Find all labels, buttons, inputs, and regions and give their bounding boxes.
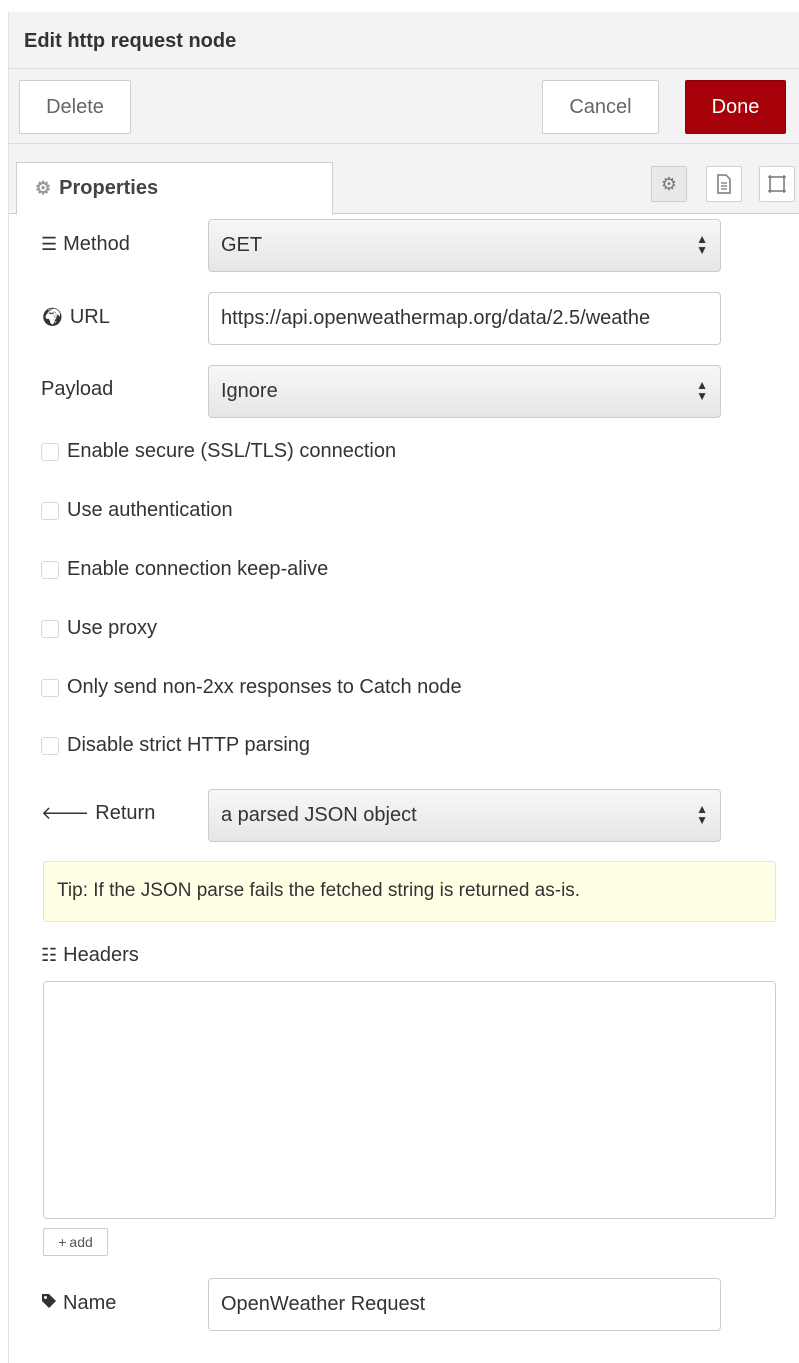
tasks-icon: ☰ — [41, 234, 58, 254]
return-label-row: 🡐 Return — [41, 802, 155, 825]
headers-list[interactable] — [43, 981, 776, 1219]
strict-parsing-checkbox[interactable] — [41, 736, 59, 755]
url-input[interactable]: https://api.openweathermap.org/data/2.5/… — [208, 292, 721, 345]
non2xx-checkbox-label: Only send non-2xx responses to Catch nod… — [67, 676, 462, 698]
url-label: URL — [69, 306, 110, 328]
keepalive-checkbox-row[interactable]: Enable connection keep-alive — [41, 558, 328, 581]
keepalive-checkbox[interactable] — [41, 560, 59, 579]
edit-node-tray: Edit http request node Delete Cancel Don… — [8, 12, 799, 1363]
proxy-checkbox-label: Use proxy — [67, 617, 158, 639]
payload-label: Payload — [41, 378, 114, 400]
non2xx-checkbox[interactable] — [41, 678, 59, 697]
return-label: Return — [95, 802, 156, 824]
appearance-frame-icon[interactable] — [759, 166, 795, 202]
globe-icon: 🌍︎ — [41, 307, 64, 327]
gear-icon: ⚙ — [35, 178, 52, 198]
method-select[interactable]: GET ▲ ▼ — [208, 219, 721, 272]
payload-select-value: Ignore — [221, 380, 278, 402]
auth-checkbox[interactable] — [41, 501, 59, 520]
tray-toolbar: Delete Cancel Done — [9, 69, 799, 144]
name-input[interactable]: OpenWeather Request — [208, 1278, 721, 1331]
name-label: Name — [63, 1292, 117, 1314]
list-icon: ☷ — [41, 945, 58, 965]
method-label-row: ☰ Method — [41, 233, 130, 256]
proxy-checkbox-row[interactable]: Use proxy — [41, 617, 157, 640]
tray-title: Edit http request node — [9, 12, 799, 69]
node-settings-gear-icon[interactable]: ⚙ — [651, 166, 687, 202]
arrow-left-icon: 🡐 — [41, 803, 90, 823]
tag-icon — [41, 1293, 57, 1314]
name-label-row: Name — [41, 1292, 116, 1315]
ssl-checkbox-row[interactable]: Enable secure (SSL/TLS) connection — [41, 440, 396, 463]
plus-icon: + — [58, 1234, 67, 1250]
method-select-value: GET — [221, 234, 263, 256]
select-arrows-icon: ▲ ▼ — [696, 378, 708, 403]
headers-label-row: ☷ Headers — [41, 944, 139, 967]
tab-bar: ⚙ Properties ⚙ — [9, 144, 799, 215]
headers-label: Headers — [63, 944, 139, 966]
non2xx-checkbox-row[interactable]: Only send non-2xx responses to Catch nod… — [41, 676, 462, 699]
strict-parsing-checkbox-row[interactable]: Disable strict HTTP parsing — [41, 734, 310, 757]
cancel-button[interactable]: Cancel — [542, 80, 659, 134]
auth-checkbox-label: Use authentication — [67, 499, 233, 521]
done-button[interactable]: Done — [685, 80, 786, 134]
auth-checkbox-row[interactable]: Use authentication — [41, 499, 233, 522]
json-parse-tip: Tip: If the JSON parse fails the fetched… — [43, 861, 776, 922]
delete-button[interactable]: Delete — [19, 80, 131, 134]
description-document-icon[interactable] — [706, 166, 742, 202]
proxy-checkbox[interactable] — [41, 619, 59, 638]
name-input-value: OpenWeather Request — [221, 1293, 426, 1315]
ssl-checkbox-label: Enable secure (SSL/TLS) connection — [67, 440, 397, 462]
return-select[interactable]: a parsed JSON object ▲ ▼ — [208, 789, 721, 842]
payload-select[interactable]: Ignore ▲ ▼ — [208, 365, 721, 418]
ssl-checkbox[interactable] — [41, 442, 59, 461]
url-input-value: https://api.openweathermap.org/data/2.5/… — [221, 307, 651, 329]
add-header-button[interactable]: + add — [43, 1228, 108, 1256]
select-arrows-icon: ▲ ▼ — [696, 232, 708, 257]
method-label: Method — [63, 233, 130, 255]
select-arrows-icon: ▲ ▼ — [696, 802, 708, 827]
url-label-row: 🌍︎ URL — [41, 306, 110, 329]
strict-parsing-checkbox-label: Disable strict HTTP parsing — [67, 734, 311, 756]
add-header-label: add — [69, 1234, 93, 1250]
tab-properties[interactable]: ⚙ Properties — [16, 162, 333, 215]
payload-label-row: Payload — [41, 378, 113, 401]
keepalive-checkbox-label: Enable connection keep-alive — [67, 558, 329, 580]
return-select-value: a parsed JSON object — [221, 804, 417, 826]
tab-properties-label: Properties — [59, 177, 159, 199]
